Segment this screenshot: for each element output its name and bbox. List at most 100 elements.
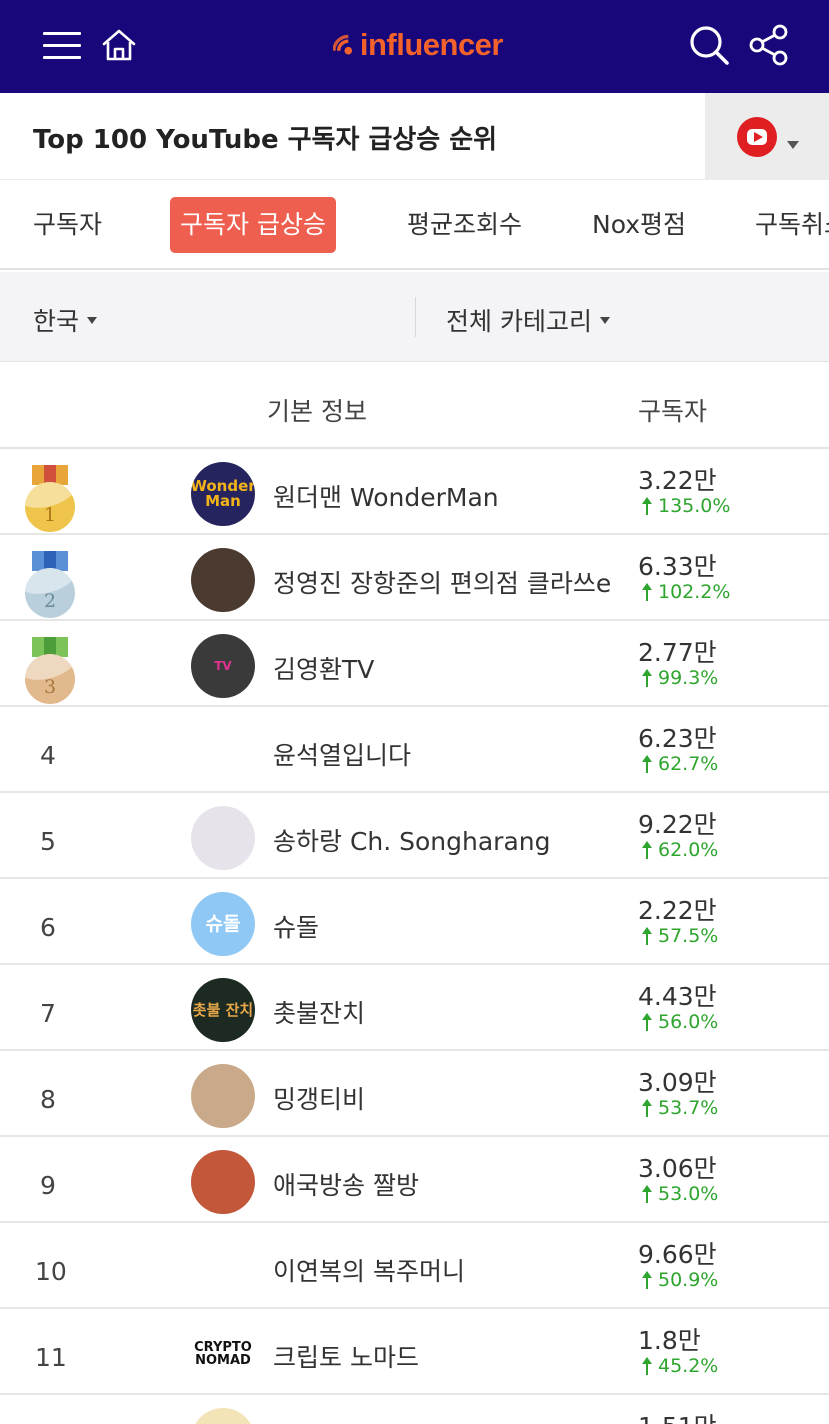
avatar-logo-text: 슈돌 — [205, 912, 241, 935]
growth-rate: 50.9% — [658, 1269, 719, 1291]
avatar-logo-text: CRYPTO NOMAD — [194, 1340, 252, 1368]
logo-text: influencer — [359, 27, 504, 62]
channel-avatar[interactable] — [191, 720, 255, 784]
ranking-tabs: 구독자 구독자 급상승 평균조회수 Nox평점 구독취소 — [0, 180, 829, 270]
table-row[interactable]: 10 이연복의 복주머니 9.66만 50.9% — [0, 1223, 829, 1309]
medal-disc: 3 — [25, 654, 75, 704]
channel-avatar[interactable]: 촛불 잔치 — [191, 978, 255, 1042]
growth-rate: 62.7% — [658, 753, 719, 775]
channel-name[interactable]: 밍갱티비 — [273, 1080, 365, 1116]
channel-name[interactable]: 크립토 노마드 — [273, 1338, 419, 1374]
channel-name[interactable]: 윤석열입니다 — [273, 736, 411, 772]
table-row[interactable]: 121.51만 — [0, 1395, 829, 1424]
tab-average-views[interactable]: 평균조회수 — [397, 197, 532, 253]
subscriber-count: 9.22만 — [638, 810, 717, 839]
caret-down-icon — [87, 316, 98, 324]
growth-indicator: 50.9% — [640, 1269, 718, 1291]
channel-name[interactable]: 송하랑 Ch. Songharang — [273, 822, 551, 858]
column-basic-info: 기본 정보 — [267, 397, 367, 426]
tab-nox-score[interactable]: Nox평점 — [582, 197, 696, 253]
channel-name[interactable]: 원더맨 WonderMan — [273, 478, 499, 514]
arrow-up-icon — [640, 1099, 654, 1117]
table-row[interactable]: 6 슈돌 슈돌 2.22만 57.5% — [0, 879, 829, 965]
arrow-up-icon — [640, 669, 654, 687]
channel-avatar[interactable] — [191, 1408, 255, 1424]
growth-rate: 57.5% — [658, 925, 719, 947]
subscriber-count: 6.33만 — [638, 552, 717, 581]
table-row[interactable]: 11 CRYPTO NOMAD 크립토 노마드 1.8만 45.2% — [0, 1309, 829, 1395]
subscriber-count: 1.8만 — [638, 1326, 701, 1355]
influencer-logo[interactable]: influencer — [333, 22, 504, 68]
growth-rate: 53.0% — [658, 1183, 719, 1205]
tab-unsubscribe[interactable]: 구독취소 — [745, 197, 829, 253]
rank-number: 10 — [35, 1257, 67, 1286]
channel-name[interactable]: 애국방송 짤방 — [273, 1166, 419, 1202]
subscriber-count: 3.06만 — [638, 1154, 717, 1183]
channel-name[interactable]: 정영진 장항준의 편의점 클라쓰e — [273, 564, 611, 600]
table-row[interactable]: 1 Wonder Man 원더맨 WonderMan 3.22만 135.0% — [0, 449, 829, 535]
channel-avatar[interactable]: CRYPTO NOMAD — [191, 1322, 255, 1386]
share-icon[interactable] — [749, 24, 791, 66]
platform-selector[interactable] — [705, 93, 829, 180]
arrow-up-icon — [640, 755, 654, 773]
channel-avatar[interactable]: Wonder Man — [191, 462, 255, 526]
tab-subscribers[interactable]: 구독자 — [23, 197, 112, 253]
channel-name[interactable]: 김영환TV — [273, 650, 374, 686]
avatar-logo-text: Wonder Man — [191, 477, 255, 510]
arrow-up-icon — [640, 1271, 654, 1289]
table-row[interactable]: 7 촛불 잔치 촛불잔치 4.43만 56.0% — [0, 965, 829, 1051]
subscriber-count: 6.23만 — [638, 724, 717, 753]
growth-indicator: 57.5% — [640, 925, 718, 947]
growth-rate: 56.0% — [658, 1011, 719, 1033]
table-row[interactable]: 8 밍갱티비 3.09만 53.7% — [0, 1051, 829, 1137]
silver-medal-icon: 2 — [24, 551, 76, 619]
column-subscribers: 구독자 — [638, 397, 708, 426]
channel-name[interactable]: 슈돌 — [273, 908, 319, 944]
rank-number: 8 — [40, 1085, 56, 1114]
arrow-up-icon — [640, 497, 654, 515]
subscriber-count: 3.22만 — [638, 466, 717, 495]
channel-avatar[interactable] — [191, 1064, 255, 1128]
country-filter[interactable]: 한국 — [33, 302, 98, 338]
growth-indicator: 135.0% — [640, 495, 730, 517]
top-navigation-bar: influencer — [0, 0, 829, 93]
table-row[interactable]: 9 애국방송 짤방 3.06만 53.0% — [0, 1137, 829, 1223]
growth-rate: 53.7% — [658, 1097, 719, 1119]
ranking-title-bar: Top 100 YouTube 구독자 급상승 순위 — [0, 93, 829, 180]
subscriber-count: 2.22만 — [638, 896, 717, 925]
rank-number: 11 — [35, 1343, 67, 1372]
category-filter[interactable]: 전체 카테고리 — [446, 302, 610, 338]
channel-name[interactable]: 촛불잔치 — [273, 994, 365, 1030]
avatar-logo-text: 촛불 잔치 — [192, 1000, 254, 1019]
tab-subscriber-surge[interactable]: 구독자 급상승 — [170, 197, 336, 253]
growth-indicator: 99.3% — [640, 667, 718, 689]
table-row[interactable]: 3 TV 김영환TV 2.77만 99.3% — [0, 621, 829, 707]
growth-indicator: 53.0% — [640, 1183, 718, 1205]
menu-icon[interactable] — [43, 29, 81, 61]
table-row[interactable]: 4 윤석열입니다 6.23만 62.7% — [0, 707, 829, 793]
growth-indicator: 45.2% — [640, 1355, 718, 1377]
growth-rate: 102.2% — [658, 581, 731, 603]
filter-bar: 한국 전체 카테고리 — [0, 272, 829, 362]
page-title: Top 100 YouTube 구독자 급상승 순위 — [33, 125, 498, 155]
arrow-up-icon — [640, 1357, 654, 1375]
channel-avatar[interactable] — [191, 548, 255, 612]
arrow-up-icon — [640, 927, 654, 945]
arrow-up-icon — [640, 583, 654, 601]
filter-divider — [415, 297, 416, 337]
channel-avatar[interactable] — [191, 1150, 255, 1214]
channel-avatar[interactable]: TV — [191, 634, 255, 698]
home-icon[interactable] — [100, 26, 138, 64]
medal-disc: 1 — [25, 482, 75, 532]
search-icon[interactable] — [688, 24, 730, 66]
subscriber-count: 1.51만 — [638, 1407, 717, 1424]
logo-signal-icon — [333, 34, 353, 55]
channel-avatar[interactable] — [191, 1236, 255, 1300]
table-row[interactable]: 2 정영진 장항준의 편의점 클라쓰e 6.33만 102.2% — [0, 535, 829, 621]
country-filter-label: 한국 — [33, 307, 80, 336]
channel-avatar[interactable] — [191, 806, 255, 870]
channel-name[interactable]: 이연복의 복주머니 — [273, 1252, 465, 1288]
youtube-icon — [737, 117, 777, 157]
channel-avatar[interactable]: 슈돌 — [191, 892, 255, 956]
table-row[interactable]: 5 송하랑 Ch. Songharang 9.22만 62.0% — [0, 793, 829, 879]
